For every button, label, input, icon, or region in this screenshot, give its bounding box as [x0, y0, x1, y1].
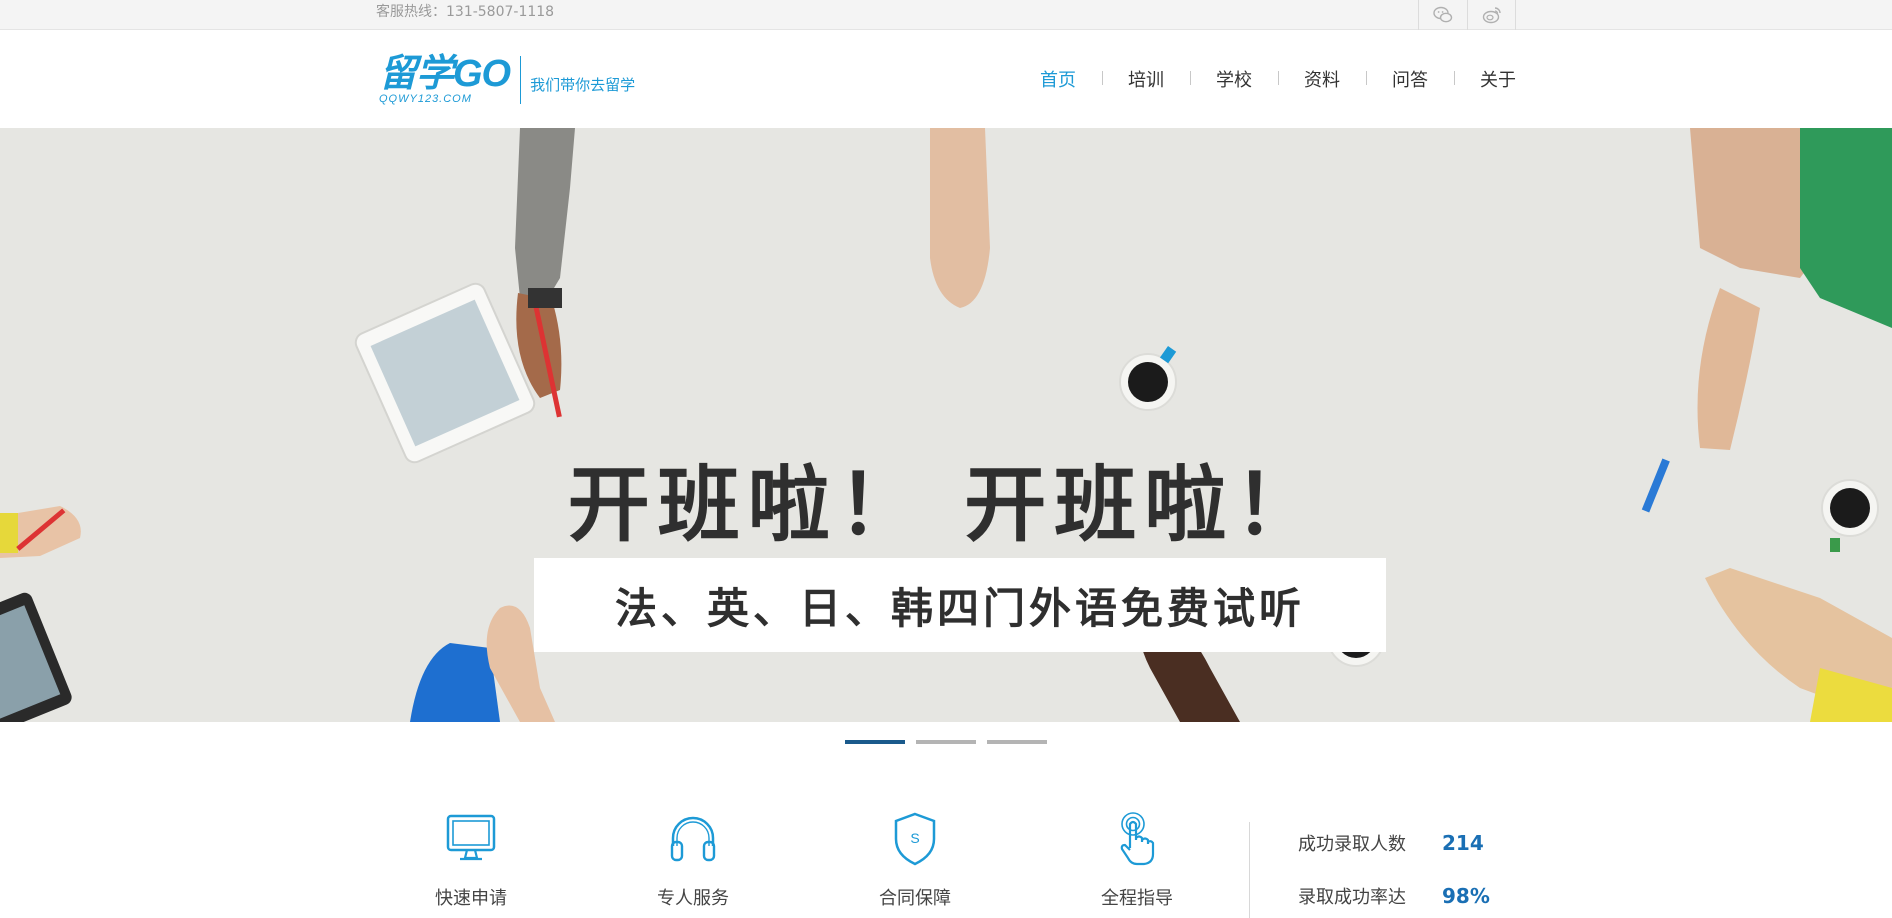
wechat-icon: [1433, 6, 1453, 23]
monitor-icon: [446, 814, 496, 861]
headphones-icon: [670, 816, 716, 862]
feature-quick-apply[interactable]: 快速申请: [396, 810, 546, 910]
nav-item-schools[interactable]: 学校: [1190, 66, 1278, 92]
top-bar: 客服热线：131-5807-1118: [0, 0, 1892, 30]
feature-label: 全程指导: [1101, 888, 1173, 909]
svg-text:S: S: [910, 830, 919, 846]
banner-subtitle: 法、英、日、韩四门外语免费试听: [614, 583, 1305, 633]
site-logo[interactable]: 留学GO QQWY123.COM 我们带你去留学: [379, 52, 635, 108]
feature-personal-service[interactable]: 专人服务: [618, 810, 768, 910]
nav-item-about[interactable]: 关于: [1454, 66, 1516, 92]
feature-full-guidance[interactable]: 全程指导: [1062, 810, 1212, 910]
stat-admitted-count: 成功录取人数 214: [1298, 830, 1484, 856]
social-links: [1418, 0, 1516, 30]
hero-banner[interactable]: 开班啦！ 开班啦！ 法、英、日、韩四门外语免费试听: [0, 128, 1892, 722]
feature-contract-guarantee[interactable]: S 合同保障: [840, 810, 990, 910]
touch-hand-icon: [1120, 812, 1155, 866]
feature-label: 合同保障: [879, 888, 951, 909]
slider-dot-1[interactable]: [845, 740, 905, 744]
slider-dot-2[interactable]: [916, 740, 976, 744]
stat-value: 214: [1442, 831, 1484, 855]
main-nav: 首页 培训 学校 资料 问答 关于: [1014, 30, 1516, 128]
hotline-text: 客服热线：131-5807-1118: [376, 4, 555, 20]
stat-label: 录取成功率达: [1298, 887, 1406, 908]
logo-domain: QQWY123.COM: [379, 92, 472, 105]
stat-label: 成功录取人数: [1298, 834, 1406, 855]
feature-label: 快速申请: [435, 888, 507, 909]
logo-slogan: 我们带你去留学: [530, 75, 636, 94]
features-divider: [1249, 822, 1250, 918]
wechat-link[interactable]: [1418, 0, 1467, 30]
shield-icon: S: [894, 812, 936, 866]
feature-label: 专人服务: [657, 888, 729, 909]
stat-value: 98%: [1442, 884, 1490, 908]
nav-item-resources[interactable]: 资料: [1278, 66, 1366, 92]
features-section: 快速申请 专人服务 S 合同保障 全程指导 成功录取人数 214 录取成功率达 …: [376, 810, 1516, 918]
nav-item-training[interactable]: 培训: [1102, 66, 1190, 92]
slider-pagination: [0, 740, 1892, 744]
weibo-link[interactable]: [1467, 0, 1516, 30]
nav-item-home[interactable]: 首页: [1014, 66, 1102, 92]
banner-headline: 开班啦！ 开班啦！: [567, 457, 1325, 553]
stat-success-rate: 录取成功率达 98%: [1298, 883, 1490, 909]
logo-name: 留学GO: [379, 52, 511, 95]
logo-divider: [520, 56, 522, 104]
weibo-icon: [1482, 7, 1501, 24]
slider-dot-3[interactable]: [987, 740, 1047, 744]
site-header: 留学GO QQWY123.COM 我们带你去留学 首页 培训 学校 资料 问答 …: [0, 30, 1892, 128]
banner-subtitle-box: 法、英、日、韩四门外语免费试听: [534, 558, 1386, 652]
nav-item-qa[interactable]: 问答: [1366, 66, 1454, 92]
